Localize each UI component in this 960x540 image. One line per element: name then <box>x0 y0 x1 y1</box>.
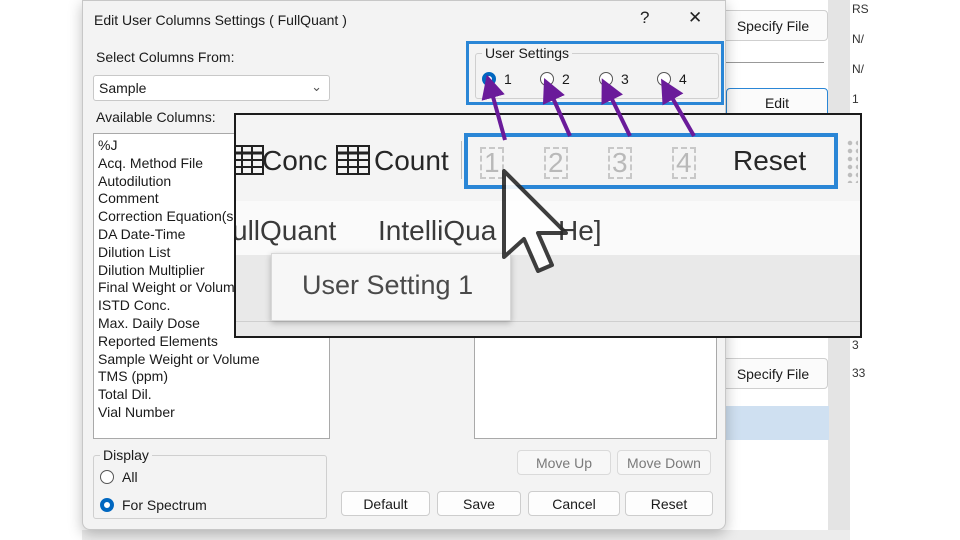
display-for-spectrum-radio[interactable]: For Spectrum <box>100 497 207 513</box>
dialog-titlebar: Edit User Columns Settings ( FullQuant )… <box>83 1 725 37</box>
display-all-radio[interactable]: All <box>100 469 138 485</box>
tooltip-text: User Setting 1 <box>302 270 474 300</box>
display-all-label: All <box>122 469 138 485</box>
default-button[interactable]: Default <box>341 491 430 516</box>
list-item[interactable]: TMS (ppm) <box>98 368 325 386</box>
chevron-down-icon: ⌄ <box>311 79 322 94</box>
close-icon[interactable]: ✕ <box>688 9 702 26</box>
table-icon <box>236 145 264 175</box>
display-legend: Display <box>103 447 149 463</box>
available-columns-label: Available Columns: <box>96 109 216 125</box>
bg-selected-row <box>726 406 829 440</box>
user-settings-highlight <box>466 41 724 105</box>
conc-label[interactable]: Conc <box>262 147 327 175</box>
display-for-spectrum-label: For Spectrum <box>122 497 207 513</box>
right-cell-1: N/ <box>852 32 864 46</box>
tab-intelliquant[interactable]: IntelliQua <box>378 217 496 245</box>
select-columns-combo[interactable]: Sample ⌄ <box>93 75 330 101</box>
list-item[interactable]: Vial Number <box>98 404 325 422</box>
grid-header <box>236 321 860 322</box>
zoom-inset: Conc Count 1 2 3 4 Reset ullQuant Intell… <box>234 113 862 338</box>
select-columns-value: Sample <box>99 80 147 96</box>
toolbar-grip-icon <box>846 139 858 183</box>
user-setting-tooltip: User Setting 1 <box>271 253 511 321</box>
select-columns-label: Select Columns From: <box>96 49 235 65</box>
cancel-button[interactable]: Cancel <box>528 491 620 516</box>
help-icon[interactable]: ? <box>640 9 649 26</box>
radio-selected-icon <box>100 498 114 512</box>
save-button[interactable]: Save <box>437 491 521 516</box>
specify-file-button-top[interactable]: Specify File <box>718 10 828 41</box>
right-cell-5: 33 <box>852 366 866 380</box>
bg-divider <box>726 62 824 63</box>
left-gray-panel <box>0 0 82 540</box>
toolbar-separator <box>461 141 462 179</box>
right-cell-0: RS <box>852 2 869 16</box>
selected-columns-list[interactable] <box>474 331 717 439</box>
radio-icon <box>100 470 114 484</box>
move-up-button[interactable]: Move Up <box>517 450 611 475</box>
list-item[interactable]: Sample Weight or Volume <box>98 351 325 369</box>
list-item[interactable]: Total Dil. <box>98 386 325 404</box>
right-cell-2: N/ <box>852 62 864 76</box>
tab-fullquant[interactable]: ullQuant <box>236 217 336 245</box>
bottom-gray-strip <box>82 530 850 540</box>
move-down-button[interactable]: Move Down <box>617 450 711 475</box>
mouse-cursor-icon <box>502 169 568 273</box>
specify-file-button-bottom[interactable]: Specify File <box>718 358 828 389</box>
right-cell-4: 3 <box>852 338 859 352</box>
reset-button[interactable]: Reset <box>625 491 713 516</box>
count-label[interactable]: Count <box>374 147 449 175</box>
right-cell-3: 1 <box>852 92 859 106</box>
table-icon <box>336 145 370 175</box>
dialog-title: Edit User Columns Settings ( FullQuant ) <box>94 12 347 28</box>
